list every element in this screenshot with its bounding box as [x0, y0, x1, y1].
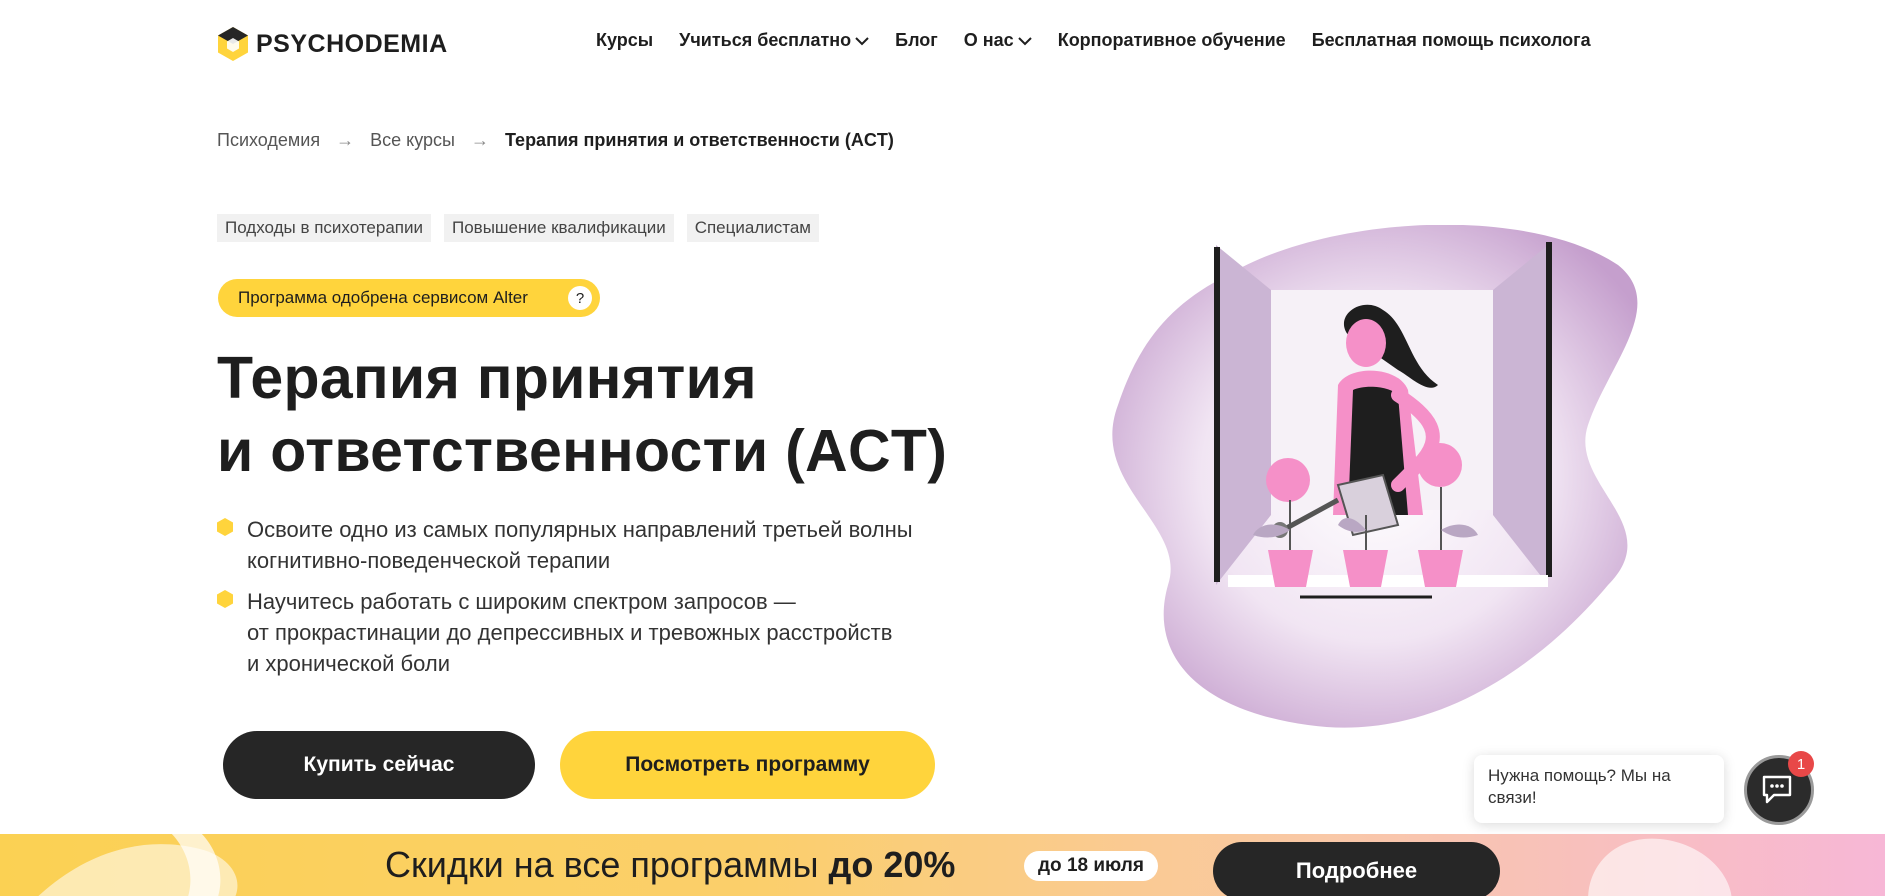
chevron-down-icon — [1017, 36, 1032, 45]
logo-hexagon-icon — [218, 27, 248, 61]
promo-details-button[interactable]: Подробнее — [1213, 842, 1500, 896]
nav-item-learn-free[interactable]: Учиться бесплатно — [679, 30, 869, 51]
chat-icon — [1762, 775, 1792, 804]
breadcrumb-all-courses[interactable]: Все курсы — [370, 130, 455, 151]
buy-now-button[interactable]: Купить сейчас — [223, 731, 535, 799]
chevron-down-icon — [855, 36, 869, 45]
bullet-line: когнитивно-поведенческой терапии — [247, 548, 611, 573]
bullet-line: Освоите одно из самых популярных направл… — [247, 517, 913, 542]
tag-approaches[interactable]: Подходы в психотерапии — [217, 214, 431, 242]
nav-item-courses[interactable]: Курсы — [596, 30, 653, 51]
breadcrumb: Психодемия → Все курсы → Терапия приняти… — [217, 130, 894, 151]
bullet-line: от прокрастинации до депрессивных и трев… — [247, 620, 893, 645]
view-program-button[interactable]: Посмотреть программу — [560, 731, 935, 799]
list-item: Научитесь работать с широким спектром за… — [217, 586, 997, 679]
glass-shape-decoration — [1588, 838, 1732, 896]
hero-illustration — [1112, 225, 1638, 728]
promo-text: Скидки на все программы до 20% — [385, 844, 956, 885]
glass-shape-decoration — [38, 834, 238, 896]
breadcrumb-home[interactable]: Психодемия — [217, 130, 320, 151]
approved-badge: Программа одобрена сервисом Alter ? — [218, 279, 600, 317]
approved-badge-text: Программа одобрена сервисом Alter — [238, 288, 528, 307]
tag-specialists[interactable]: Специалистам — [686, 214, 819, 242]
tag-qualification[interactable]: Повышение квалификации — [443, 214, 674, 242]
main-nav: Курсы Учиться бесплатно Блог О нас Корпо… — [596, 30, 1617, 51]
page-title-line-2: и ответственности (ACT) — [217, 418, 948, 484]
nav-item-blog[interactable]: Блог — [895, 30, 938, 51]
benefits-list: Освоите одно из самых популярных направл… — [217, 514, 997, 689]
header: PSYCHODEMIA Курсы Учиться бесплатно Блог… — [0, 0, 1885, 86]
bullet-line: Научитесь работать с широким спектром за… — [247, 589, 796, 614]
nav-item-about[interactable]: О нас — [964, 30, 1032, 51]
page-title: Терапия принятия и ответственности (ACT) — [217, 342, 947, 488]
logo-text: PSYCHODEMIA — [256, 29, 448, 58]
page-title-line-1: Терапия принятия — [217, 345, 757, 411]
hexagon-bullet-icon — [217, 518, 233, 536]
breadcrumb-arrow-icon: → — [336, 130, 355, 150]
breadcrumb-arrow-icon: → — [470, 130, 489, 150]
bullet-line: и хронической боли — [247, 651, 450, 676]
breadcrumb-current: Терапия принятия и ответственности (ACT) — [504, 130, 894, 150]
course-tags: Подходы в психотерапии Повышение квалифи… — [217, 214, 819, 242]
logo[interactable]: PSYCHODEMIA — [217, 26, 448, 62]
promo-discount: до 20% — [828, 844, 956, 885]
list-item: Освоите одно из самых популярных направл… — [217, 514, 997, 576]
nav-item-free-help[interactable]: Бесплатная помощь психолога — [1312, 30, 1591, 51]
promo-date-badge: до 18 июля — [1024, 851, 1158, 881]
chat-notification-badge: 1 — [1788, 751, 1814, 777]
nav-item-corporate[interactable]: Корпоративное обучение — [1058, 30, 1286, 51]
chat-prompt[interactable]: Нужна помощь? Мы на связи! — [1474, 755, 1724, 823]
hexagon-bullet-icon — [217, 590, 233, 608]
help-icon[interactable]: ? — [568, 286, 592, 310]
promo-banner: Скидки на все программы до 20% до 18 июл… — [0, 834, 1885, 896]
